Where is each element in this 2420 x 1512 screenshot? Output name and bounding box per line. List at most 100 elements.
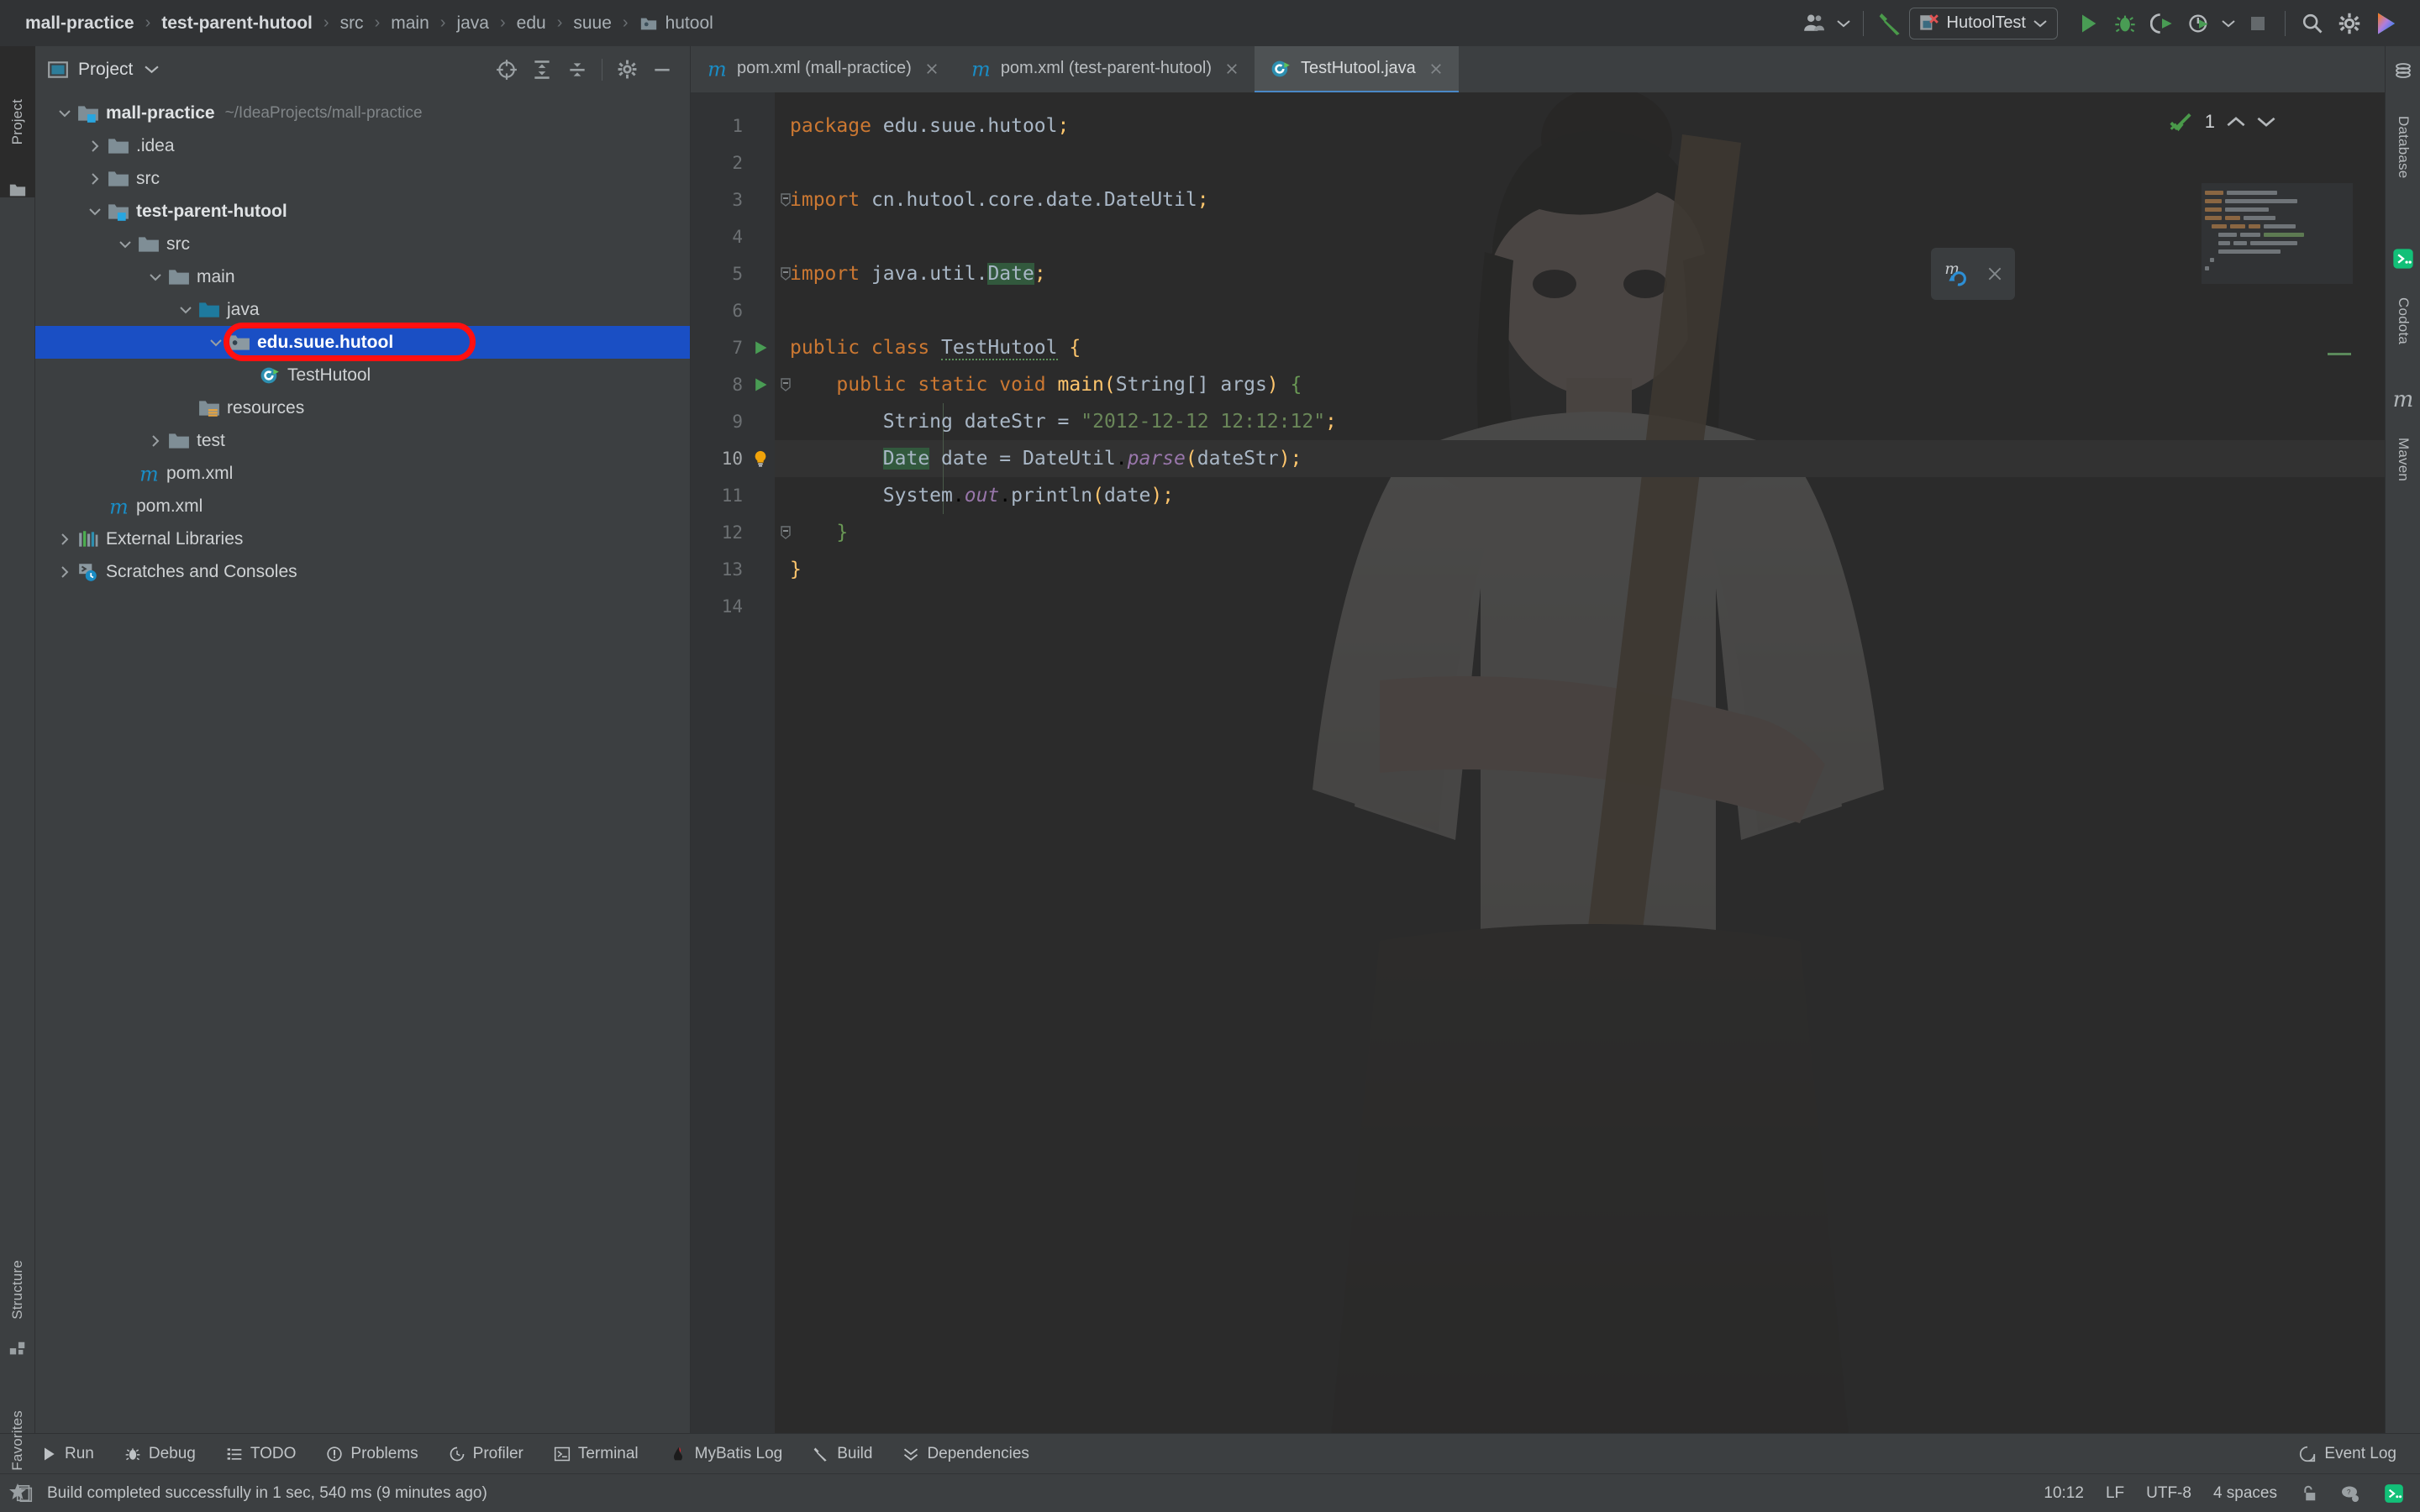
bottom-tool-problems[interactable]: Problems bbox=[311, 1445, 433, 1463]
gear-icon[interactable] bbox=[2331, 5, 2368, 42]
close-icon[interactable] bbox=[1224, 61, 1239, 76]
tree-node-test-parent-hutool[interactable]: test-parent-hutool bbox=[35, 195, 690, 228]
chevron-up-icon[interactable] bbox=[2227, 116, 2245, 128]
chevron-down-icon[interactable] bbox=[145, 260, 166, 293]
chevron-right-icon[interactable] bbox=[145, 424, 166, 457]
unlocked-icon[interactable] bbox=[2299, 1483, 2317, 1504]
maven-reimport-popup[interactable]: m bbox=[1931, 248, 2015, 300]
tree-node-pom-xml[interactable]: m pom.xml bbox=[35, 457, 690, 490]
code-fold-marker[interactable] bbox=[777, 366, 794, 403]
chevron-down-icon[interactable] bbox=[2257, 116, 2275, 128]
bottom-tool-dependencies[interactable]: Dependencies bbox=[887, 1445, 1044, 1463]
indent-setting[interactable]: 4 spaces bbox=[2213, 1484, 2277, 1503]
tree-node-resources[interactable]: resources bbox=[35, 391, 690, 424]
breadcrumb-item-edu[interactable]: edu bbox=[507, 13, 556, 34]
editor-tab-testhutool-java[interactable]: TestHutool.java bbox=[1255, 46, 1459, 92]
expand-all-icon[interactable] bbox=[526, 54, 558, 86]
code-line-1[interactable]: package edu.suue.hutool; bbox=[790, 108, 1069, 144]
tree-node--idea[interactable]: .idea bbox=[35, 129, 690, 162]
close-icon[interactable] bbox=[1986, 265, 2003, 282]
breadcrumb-item-src[interactable]: src bbox=[330, 13, 374, 34]
breadcrumb-item-main[interactable]: main bbox=[381, 13, 439, 34]
code-line-13[interactable]: } bbox=[790, 551, 802, 588]
code-line-7[interactable]: public class TestHutool { bbox=[790, 329, 1081, 366]
file-encoding[interactable]: UTF-8 bbox=[2146, 1484, 2191, 1503]
code-editor[interactable]: 1 package edu.suue.hutool; 2 3 import cn.hut… bbox=[691, 92, 2385, 1433]
hide-minimize-icon[interactable] bbox=[646, 54, 678, 86]
code-line-12[interactable]: } bbox=[790, 514, 848, 551]
run-play-icon[interactable] bbox=[2070, 5, 2107, 42]
tree-node-src[interactable]: src bbox=[35, 162, 690, 195]
run-configuration-selector[interactable]: HutoolTest bbox=[1908, 7, 2058, 39]
tree-node-external-libraries[interactable]: External Libraries bbox=[35, 522, 690, 555]
breadcrumb-item-mall-practice[interactable]: mall-practice bbox=[15, 13, 145, 34]
code-line-11[interactable]: System.out.println(date); bbox=[790, 477, 1174, 514]
chevron-down-icon[interactable] bbox=[175, 293, 197, 326]
account-chevron-down-icon[interactable] bbox=[1833, 5, 1854, 42]
tree-node-scratches-and-consoles[interactable]: Scratches and Consoles bbox=[35, 555, 690, 588]
breadcrumb-item-suue[interactable]: suue bbox=[563, 13, 622, 34]
intellij-logo-icon[interactable] bbox=[2368, 5, 2405, 42]
gear-icon[interactable] bbox=[611, 54, 643, 86]
bottom-tool-mybatis-log[interactable]: MyBatis Log bbox=[654, 1445, 798, 1463]
code-fold-marker[interactable] bbox=[777, 255, 794, 292]
tree-node-test[interactable]: test bbox=[35, 424, 690, 457]
tree-node-mall-practice[interactable]: mall-practice ~/IdeaProjects/mall-practic… bbox=[35, 97, 690, 129]
tree-node-pom-xml[interactable]: m pom.xml bbox=[35, 490, 690, 522]
debug-bug-icon[interactable] bbox=[2107, 5, 2144, 42]
user-account-icon[interactable] bbox=[1796, 5, 1833, 42]
bottom-tool-profiler[interactable]: Profiler bbox=[434, 1445, 539, 1463]
bottom-tool-build[interactable]: Build bbox=[797, 1445, 887, 1463]
bottom-tool-terminal[interactable]: Terminal bbox=[539, 1445, 654, 1463]
line-separator[interactable]: LF bbox=[2106, 1484, 2124, 1503]
run-play-gutter-icon[interactable] bbox=[751, 366, 770, 403]
sidebar-item-codota[interactable]: Codota bbox=[2386, 269, 2420, 374]
code-fold-marker[interactable] bbox=[777, 514, 794, 551]
bottom-tool-run[interactable]: Run bbox=[25, 1445, 109, 1463]
profiler-chevron-down-icon[interactable] bbox=[2217, 5, 2239, 42]
chevron-right-icon[interactable] bbox=[84, 129, 106, 162]
breadcrumb-item-test-parent-hutool[interactable]: test-parent-hutool bbox=[151, 13, 323, 34]
chevron-right-icon[interactable] bbox=[84, 162, 106, 195]
editor-code[interactable]: 1 package edu.suue.hutool; 2 3 import cn.hut… bbox=[691, 92, 2385, 1433]
tree-node-edu-suue-hutool[interactable]: edu.suue.hutool bbox=[35, 326, 690, 359]
code-line-8[interactable]: public static void main(String[] args) { bbox=[790, 366, 1302, 403]
code-line-9[interactable]: String dateStr = "2012-12-12 12:12:12"; bbox=[790, 403, 1337, 440]
tree-node-main[interactable]: main bbox=[35, 260, 690, 293]
code-fold-marker[interactable] bbox=[777, 181, 794, 218]
run-play-gutter-icon[interactable] bbox=[751, 329, 770, 366]
editor-tab-pom-xml-mall-practice-[interactable]: m pom.xml (mall-practice) bbox=[691, 46, 955, 92]
close-icon[interactable] bbox=[924, 61, 939, 76]
stop-square-icon[interactable] bbox=[2239, 5, 2276, 42]
search-icon[interactable] bbox=[2294, 5, 2331, 42]
chevron-down-icon[interactable] bbox=[54, 97, 76, 129]
inspection-widget[interactable]: 1 bbox=[2168, 109, 2275, 134]
editor-tab-pom-xml-test-parent-hutool-[interactable]: m pom.xml (test-parent-hutool) bbox=[955, 46, 1255, 92]
locate-target-icon[interactable] bbox=[491, 54, 523, 86]
project-title-chevron-down-icon[interactable] bbox=[145, 65, 159, 74]
close-icon[interactable] bbox=[1428, 61, 1444, 76]
code-line-3[interactable]: import cn.hutool.core.date.DateUtil; bbox=[790, 181, 1209, 218]
maven-refresh-icon[interactable]: m bbox=[1944, 260, 1972, 288]
run-with-coverage-icon[interactable] bbox=[2144, 5, 2181, 42]
breadcrumb-item-hutool[interactable]: hutool bbox=[629, 13, 723, 34]
chevron-right-icon[interactable] bbox=[54, 555, 76, 588]
collapse-all-icon[interactable] bbox=[561, 54, 593, 86]
caret-position[interactable]: 10:12 bbox=[2044, 1484, 2084, 1503]
run-config-chevron-down-icon[interactable] bbox=[2033, 19, 2047, 28]
tree-node-testhutool[interactable]: TestHutool bbox=[35, 359, 690, 391]
chevron-down-icon[interactable] bbox=[205, 326, 227, 359]
inspection-level-icon[interactable]: ? bbox=[2339, 1483, 2361, 1504]
tree-node-src[interactable]: src bbox=[35, 228, 690, 260]
sidebar-item-database[interactable]: Database bbox=[2386, 84, 2420, 210]
bottom-tool-debug[interactable]: Debug bbox=[109, 1445, 211, 1463]
chevron-down-icon[interactable] bbox=[114, 228, 136, 260]
hammer-build-icon[interactable] bbox=[1872, 5, 1909, 42]
sidebar-item-maven[interactable]: Maven bbox=[2386, 409, 2420, 510]
tree-node-java[interactable]: java bbox=[35, 293, 690, 326]
profiler-clock-icon[interactable] bbox=[2181, 5, 2217, 42]
code-line-5[interactable]: import java.util.Date; bbox=[790, 255, 1046, 292]
chevron-right-icon[interactable] bbox=[54, 522, 76, 555]
chevron-down-icon[interactable] bbox=[84, 195, 106, 228]
event-log-button[interactable]: Event Log bbox=[2298, 1445, 2420, 1463]
